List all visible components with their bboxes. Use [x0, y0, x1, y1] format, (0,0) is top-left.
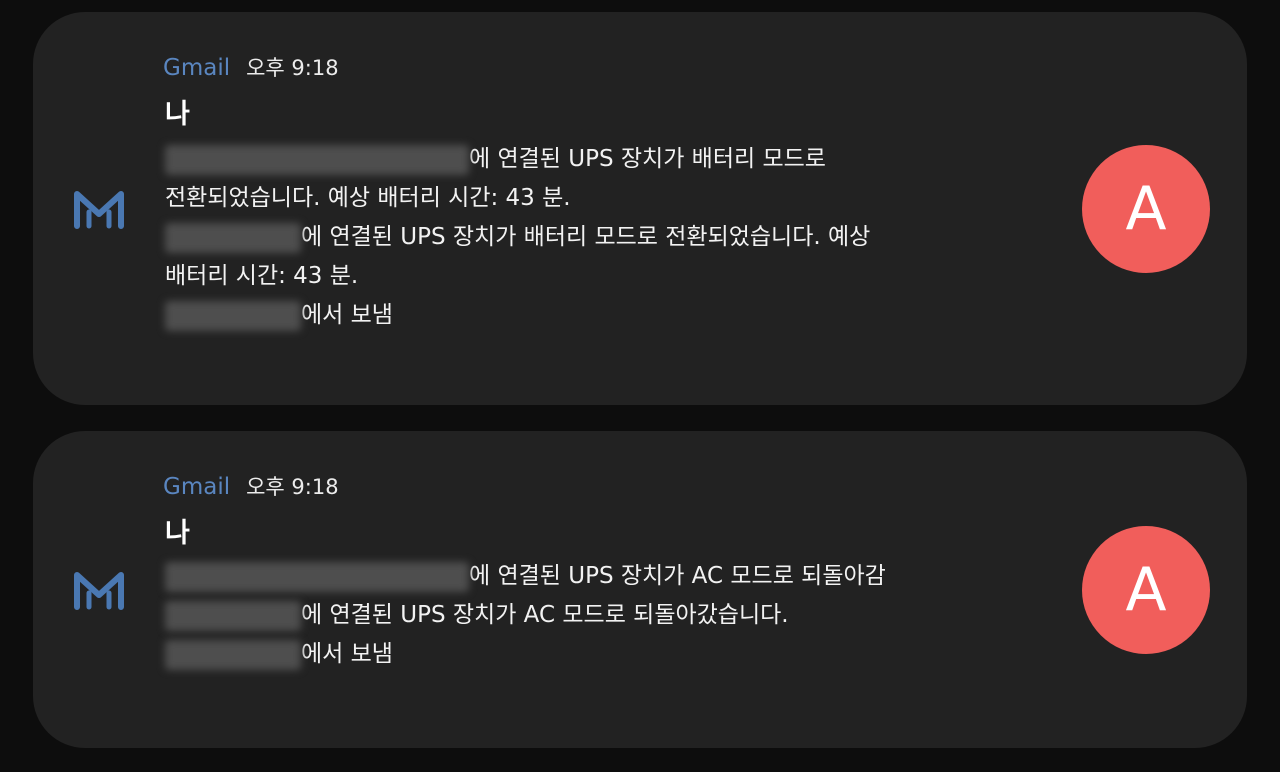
- body-line: 에서 보냄: [165, 296, 1045, 335]
- notification-time: 오후 9:18: [246, 56, 339, 80]
- body-line-text: 에서 보냄: [301, 302, 393, 328]
- redacted-text: [165, 222, 301, 253]
- body-line-text: 에 연결된 UPS 장치가 배터리 모드로 전환되었습니다. 예상: [301, 224, 871, 250]
- notification-header: Gmail 오후 9:18: [163, 471, 339, 501]
- notification-header: Gmail 오후 9:18: [163, 52, 339, 82]
- body-line: 에서 보냄: [165, 635, 1045, 674]
- notification-sender: 나: [165, 99, 190, 130]
- body-line: 에 연결된 UPS 장치가 배터리 모드로: [165, 140, 1045, 179]
- body-line-text: 배터리 시간: 43 분.: [165, 263, 359, 289]
- avatar-letter: A: [1125, 174, 1167, 244]
- body-line: 배터리 시간: 43 분.: [165, 257, 1045, 296]
- gmail-icon: [74, 191, 124, 229]
- app-name: Gmail: [163, 474, 231, 500]
- body-line: 전환되었습니다. 예상 배터리 시간: 43 분.: [165, 179, 1045, 218]
- redacted-text: [165, 561, 469, 592]
- redacted-text: [165, 600, 301, 631]
- notification-body: 에 연결된 UPS 장치가 AC 모드로 되돌아감 에 연결된 UPS 장치가 …: [165, 557, 1045, 674]
- avatar-letter: A: [1125, 555, 1167, 625]
- notification-body: 에 연결된 UPS 장치가 배터리 모드로 전환되었습니다. 예상 배터리 시간…: [165, 140, 1045, 335]
- body-line-text: 전환되었습니다. 예상 배터리 시간: 43 분.: [165, 185, 571, 211]
- notification-time: 오후 9:18: [246, 475, 339, 499]
- body-line-text: 에서 보냄: [301, 641, 393, 667]
- body-line-text: 에 연결된 UPS 장치가 배터리 모드로: [469, 146, 826, 172]
- notification-card[interactable]: Gmail 오후 9:18 나 에 연결된 UPS 장치가 배터리 모드로 전환…: [33, 12, 1247, 405]
- avatar[interactable]: A: [1082, 526, 1210, 654]
- gmail-icon: [74, 572, 124, 610]
- body-line: 에 연결된 UPS 장치가 AC 모드로 되돌아갔습니다.: [165, 596, 1045, 635]
- app-name: Gmail: [163, 55, 231, 81]
- redacted-text: [165, 300, 301, 331]
- body-line-text: 에 연결된 UPS 장치가 AC 모드로 되돌아갔습니다.: [301, 602, 789, 628]
- avatar[interactable]: A: [1082, 145, 1210, 273]
- redacted-text: [165, 639, 301, 670]
- body-line: 에 연결된 UPS 장치가 배터리 모드로 전환되었습니다. 예상: [165, 218, 1045, 257]
- notification-sender: 나: [165, 518, 190, 549]
- notification-card[interactable]: Gmail 오후 9:18 나 에 연결된 UPS 장치가 AC 모드로 되돌아…: [33, 431, 1247, 748]
- redacted-text: [165, 144, 469, 175]
- body-line: 에 연결된 UPS 장치가 AC 모드로 되돌아감: [165, 557, 1045, 596]
- body-line-text: 에 연결된 UPS 장치가 AC 모드로 되돌아감: [469, 563, 886, 589]
